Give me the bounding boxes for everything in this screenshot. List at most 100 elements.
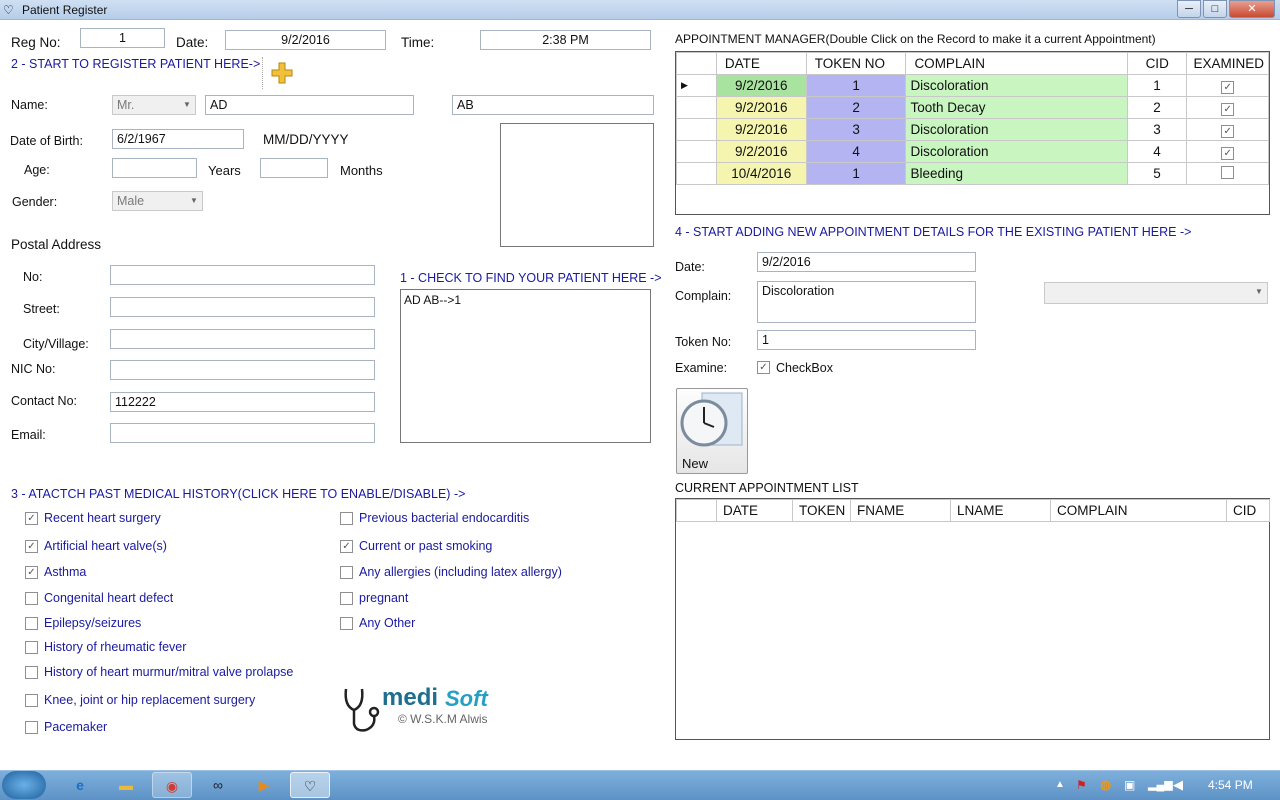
history-checkbox[interactable] — [25, 641, 38, 654]
folder-icon[interactable]: ▬ — [106, 772, 146, 798]
history-checkbox[interactable]: ✓ — [340, 540, 353, 553]
row-header[interactable] — [676, 140, 717, 163]
current-column-header-date[interactable]: DATE — [716, 499, 793, 522]
current-column-header-cid[interactable]: CID — [1226, 499, 1270, 522]
column-header-date[interactable]: DATE — [715, 52, 807, 75]
cid-cell[interactable]: 5 — [1126, 162, 1188, 185]
token-cell[interactable]: 1 — [805, 162, 907, 185]
nic-field[interactable] — [110, 360, 375, 380]
token-cell[interactable]: 2 — [805, 96, 907, 119]
close-button[interactable]: ✕ — [1229, 0, 1275, 18]
history-checkbox[interactable] — [340, 617, 353, 630]
row-header[interactable] — [676, 162, 717, 185]
history-checkbox[interactable] — [25, 666, 38, 679]
token-field[interactable]: 1 — [757, 330, 976, 350]
examined-cell[interactable]: ✓ — [1186, 118, 1269, 141]
history-checkbox[interactable] — [25, 694, 38, 707]
complain-cell[interactable]: Tooth Decay — [905, 96, 1128, 119]
device-icon[interactable]: ▣ — [1124, 778, 1135, 792]
row-header[interactable] — [676, 96, 717, 119]
current-appointment-table[interactable]: DATE TOKEN FNAME LNAME COMPLAIN CID — [676, 499, 1270, 522]
history-checkbox[interactable]: ✓ — [25, 512, 38, 525]
cid-cell[interactable]: 2 — [1126, 96, 1188, 119]
media-player-icon[interactable]: ▶ — [244, 772, 284, 798]
examined-cell[interactable]: ✓ — [1186, 96, 1269, 119]
street-field[interactable] — [110, 297, 375, 317]
last-name-field[interactable]: AB — [452, 95, 654, 115]
column-header-cid[interactable]: CID — [1126, 52, 1188, 75]
complain-cell[interactable]: Bleeding — [905, 162, 1128, 185]
current-appointment-grid[interactable] — [675, 498, 1270, 740]
history-checkbox[interactable]: ✓ — [25, 540, 38, 553]
maximize-button[interactable]: □ — [1203, 0, 1227, 18]
reg-date-field[interactable]: 9/2/2016 — [225, 30, 386, 50]
complain-cell[interactable]: Discoloration — [905, 118, 1128, 141]
date-cell[interactable]: 10/4/2016 — [715, 162, 807, 185]
examined-checkbox[interactable]: ✓ — [1221, 146, 1235, 160]
complain-cell[interactable]: Discoloration — [905, 140, 1128, 163]
history-checkbox[interactable] — [340, 592, 353, 605]
section-3-title[interactable]: 3 - ATACTCH PAST MEDICAL HISTORY(CLICK H… — [11, 487, 465, 501]
current-column-header-fname[interactable]: FNAME — [850, 499, 951, 522]
current-column-header-lname[interactable]: LNAME — [950, 499, 1051, 522]
column-header-token-no[interactable]: TOKEN NO — [805, 52, 907, 75]
add-patient-button[interactable] — [262, 57, 300, 89]
search-result-item[interactable]: AD AB-->1 — [404, 293, 647, 307]
examined-cell[interactable] — [1186, 162, 1269, 185]
row-selector-arrow-icon[interactable]: ▶ — [676, 74, 717, 97]
examined-cell[interactable]: ✓ — [1186, 140, 1269, 163]
examined-checkbox[interactable]: ✓ — [1221, 80, 1235, 94]
history-checkbox[interactable] — [25, 617, 38, 630]
examined-cell[interactable]: ✓ — [1186, 74, 1269, 97]
appointment-table[interactable]: DATE TOKEN NO COMPLAIN CID EXAMINED ▶ 9/2/201… — [676, 52, 1269, 185]
volume-icon[interactable]: ◀ — [1173, 777, 1183, 793]
patient-search-list[interactable]: AD AB-->1 — [400, 289, 651, 443]
patient-photo-box[interactable] — [500, 123, 654, 247]
examined-checkbox[interactable]: ✓ — [1221, 124, 1235, 138]
current-column-header-token[interactable]: TOKEN — [792, 499, 851, 522]
complain-cell[interactable]: Discoloration — [905, 74, 1128, 97]
start-button[interactable] — [2, 771, 46, 799]
show-hidden-icons[interactable]: ▲ — [1055, 779, 1065, 790]
cid-cell[interactable]: 4 — [1126, 140, 1188, 163]
history-checkbox[interactable] — [25, 721, 38, 734]
current-column-header-complain[interactable]: COMPLAIN — [1050, 499, 1227, 522]
date-cell[interactable]: 9/2/2016 — [715, 140, 807, 163]
minimize-button[interactable]: ─ — [1177, 0, 1201, 18]
row-header[interactable] — [676, 118, 717, 141]
clock[interactable]: 4:54 PM — [1208, 778, 1253, 792]
cid-cell[interactable]: 3 — [1126, 118, 1188, 141]
examined-checkbox[interactable] — [1221, 165, 1235, 179]
history-checkbox[interactable] — [25, 592, 38, 605]
action-center-icon[interactable]: ⚑ — [1076, 778, 1087, 792]
date-cell[interactable]: 9/2/2016 — [715, 74, 807, 97]
reg-no-field[interactable]: 1 — [80, 28, 165, 48]
first-name-field[interactable]: AD — [205, 95, 414, 115]
cid-cell[interactable]: 1 — [1126, 74, 1188, 97]
token-cell[interactable]: 1 — [805, 74, 907, 97]
column-header-complain[interactable]: COMPLAIN — [905, 52, 1128, 75]
history-checkbox[interactable] — [340, 566, 353, 579]
dob-field[interactable]: 6/2/1967 — [112, 129, 244, 149]
token-cell[interactable]: 4 — [805, 140, 907, 163]
infinity-app-icon[interactable]: ∞ — [198, 772, 238, 798]
appointment-row[interactable]: 9/2/2016 3 Discoloration 3 ✓ — [676, 118, 1269, 141]
address-no-field[interactable] — [110, 265, 375, 285]
history-checkbox[interactable] — [340, 512, 353, 525]
date-cell[interactable]: 9/2/2016 — [715, 96, 807, 119]
appointment-row[interactable]: 9/2/2016 2 Tooth Decay 2 ✓ — [676, 96, 1269, 119]
avast-icon[interactable]: ◍ — [1100, 777, 1111, 793]
medisoft-taskbar-icon[interactable]: ♡ — [290, 772, 330, 798]
examine-checkbox[interactable]: ✓ — [757, 361, 770, 374]
gender-combo[interactable]: Male ▼ — [112, 191, 203, 211]
chrome-icon[interactable]: ◉ — [152, 772, 192, 798]
history-checkbox[interactable]: ✓ — [25, 566, 38, 579]
reg-time-field[interactable]: 2:38 PM — [480, 30, 651, 50]
age-years-field[interactable] — [112, 158, 197, 178]
age-months-field[interactable] — [260, 158, 328, 178]
token-cell[interactable]: 3 — [805, 118, 907, 141]
city-field[interactable] — [110, 329, 375, 349]
internet-explorer-icon[interactable]: e — [60, 772, 100, 798]
column-header-examined[interactable]: EXAMINED — [1186, 52, 1269, 75]
network-signal-icon[interactable]: ▂▄▆ — [1148, 778, 1173, 791]
